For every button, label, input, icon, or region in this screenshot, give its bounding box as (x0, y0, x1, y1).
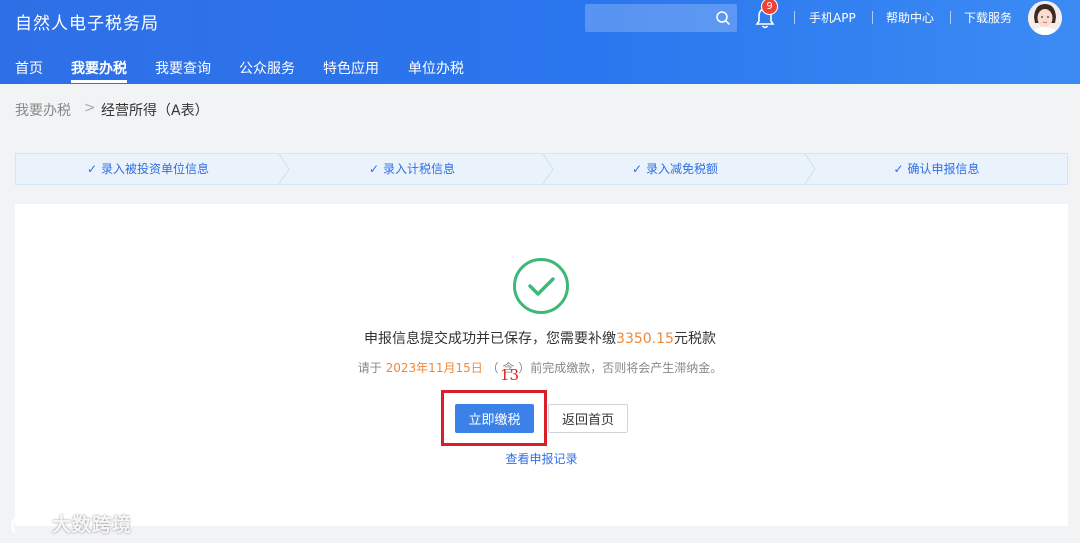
download-service-link[interactable]: 下载服务 (964, 9, 1012, 26)
step-item: ✓ 录入减免税额 (544, 154, 806, 184)
step-item: ✓ 录入被投资单位信息 (16, 154, 280, 184)
check-icon: ✓ (369, 162, 380, 176)
back-home-button[interactable]: 返回首页 (548, 404, 628, 433)
mobile-app-link[interactable]: 手机APP (809, 9, 856, 26)
deadline-date: 2023年11月15日 (385, 361, 483, 375)
step-annotation: 13 (500, 366, 520, 384)
nav-item-home[interactable]: 首页 (15, 58, 43, 78)
site-title: 自然人电子税务局 (15, 14, 159, 34)
tax-amount: 3350.15 (616, 331, 674, 347)
success-message: 申报信息提交成功并已保存，您需要补缴3350.15元税款 (0, 328, 1080, 348)
check-icon: ✓ (893, 162, 904, 176)
avatar[interactable] (1028, 1, 1062, 35)
header-divider (872, 11, 873, 24)
header-divider (950, 11, 951, 24)
nav-active-indicator (71, 80, 127, 83)
nav-item-tax-handling[interactable]: 我要办税 (71, 58, 127, 78)
step-item: ✓ 确认申报信息 (806, 154, 1067, 184)
step-item: ✓ 录入计税信息 (280, 154, 544, 184)
check-icon: ✓ (632, 162, 643, 176)
check-icon: ✓ (87, 162, 98, 176)
watermark-text: 大数跨境 (52, 514, 133, 536)
search-box[interactable] (585, 4, 737, 32)
success-check-icon (513, 258, 569, 314)
nav-item-unit-tax[interactable]: 单位办税 (408, 58, 464, 78)
step-label: 录入计税信息 (382, 162, 455, 176)
watermark-logo-icon (11, 513, 41, 534)
view-records-link[interactable]: 查看申报记录 (0, 450, 1080, 467)
step-label: 确认申报信息 (907, 162, 980, 176)
breadcrumb-root[interactable]: 我要办税 (15, 100, 71, 120)
deadline-message: 请于 2023年11月15日 （ 含 ）前完成缴款，否则将会产生滞纳金。 (0, 359, 1080, 376)
nav-item-public-service[interactable]: 公众服务 (239, 58, 295, 78)
deadline-suffix: （ 含 ）前完成缴款，否则将会产生滞纳金。 (486, 361, 723, 375)
nav-item-special-apps[interactable]: 特色应用 (323, 58, 379, 78)
search-icon[interactable] (715, 10, 731, 26)
help-center-link[interactable]: 帮助中心 (886, 9, 934, 26)
user-avatar-icon (1028, 1, 1062, 35)
pay-now-button[interactable]: 立即缴税 (455, 404, 534, 433)
nav-item-query[interactable]: 我要查询 (155, 58, 211, 78)
deadline-prefix: 请于 (357, 361, 382, 375)
breadcrumb-current: 经营所得（A表） (101, 103, 209, 119)
breadcrumb-separator: > (84, 100, 96, 116)
step-label: 录入被投资单位信息 (100, 162, 209, 176)
message-prefix: 申报信息提交成功并已保存，您需要补缴 (364, 331, 617, 347)
progress-steps: ✓ 录入被投资单位信息 ✓ 录入计税信息 ✓ 录入减免税额 ✓ 确认申报信息 (15, 153, 1068, 185)
step-label: 录入减免税额 (645, 162, 718, 176)
top-header: 自然人电子税务局 9 手机APP 帮助中心 下载服务 首页 我要办税 我要查询 … (0, 0, 1080, 84)
message-suffix: 元税款 (673, 331, 716, 347)
header-divider (794, 11, 795, 24)
